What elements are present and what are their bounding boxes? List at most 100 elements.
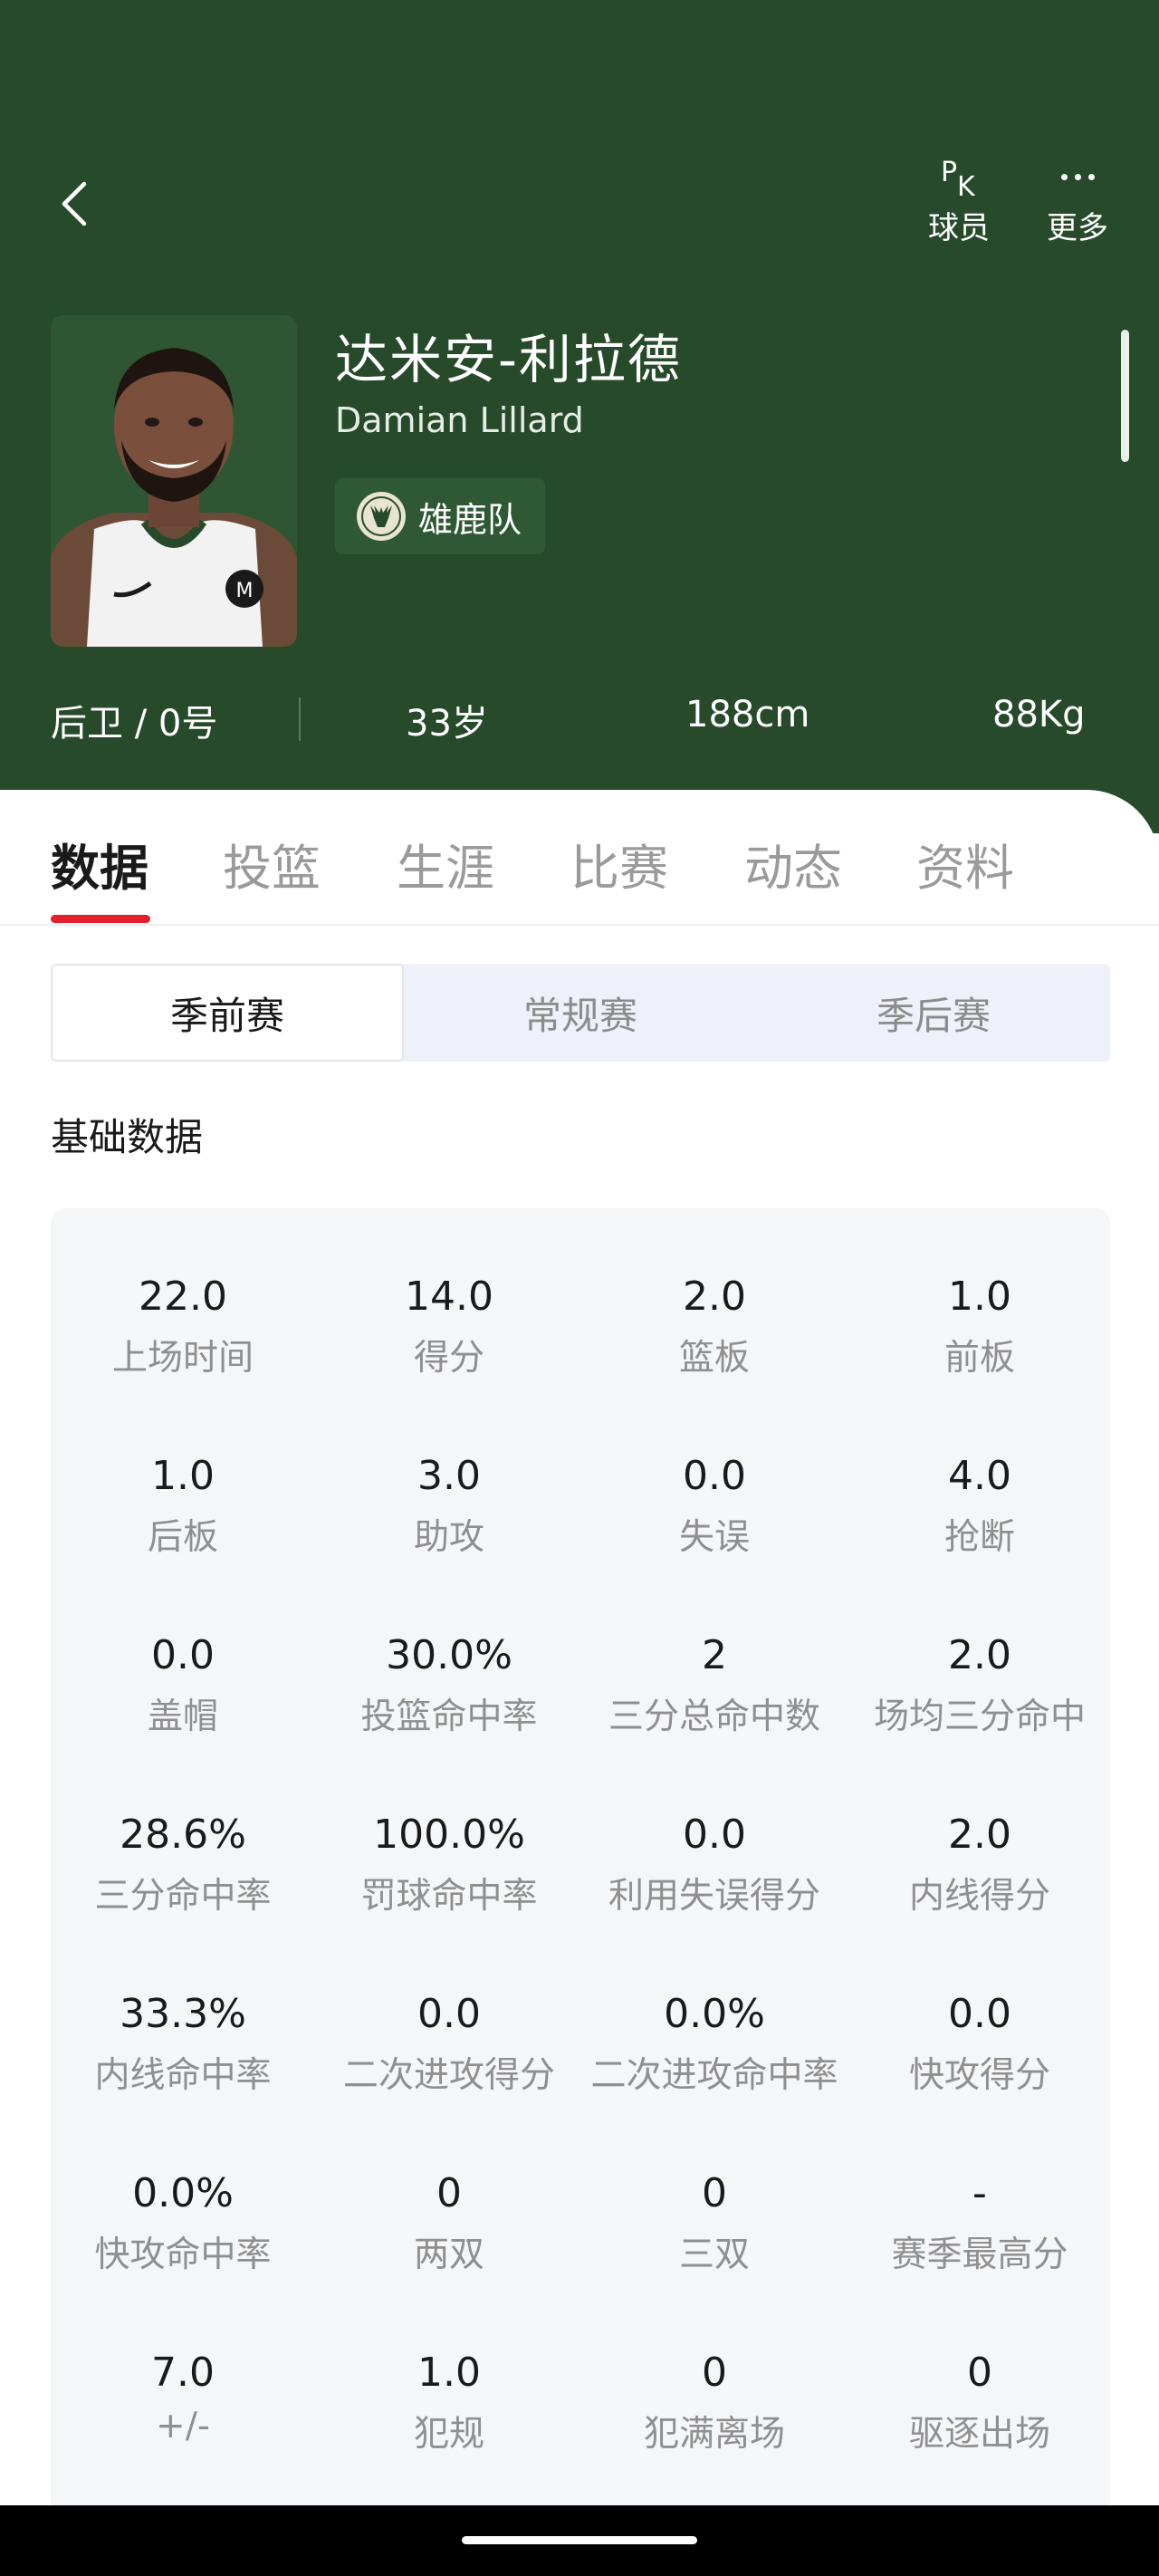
stat-cell: 0.0% 二次进攻命中率 — [583, 1989, 846, 2098]
stat-value: 30.0% — [386, 1632, 512, 1678]
tab-news[interactable]: 动态 — [744, 828, 842, 899]
stat-value: 14.0 — [405, 1274, 493, 1320]
stat-label: 三分总命中数 — [608, 1697, 820, 1737]
player-weight: 88Kg — [992, 694, 1086, 735]
stat-value: 0.0% — [132, 2170, 234, 2216]
player-height: 188cm — [685, 694, 810, 735]
stat-cell: 100.0% 罚球命中率 — [318, 1810, 580, 1918]
stat-value: 1.0 — [948, 1274, 1011, 1320]
section-title: 基础数据 — [51, 1115, 204, 1159]
tab-stats[interactable]: 数据 — [51, 828, 148, 899]
stat-cell: 22.0 上场时间 — [52, 1272, 314, 1380]
stat-cell: 33.3% 内线命中率 — [52, 1989, 314, 2098]
segment-regular-season[interactable]: 常规赛 — [404, 964, 757, 1062]
stat-label: 得分 — [413, 1338, 484, 1379]
stat-cell: 30.0% 投篮命中率 — [318, 1630, 580, 1739]
stat-label: +/- — [156, 2406, 210, 2446]
stat-label: 后板 — [147, 1517, 218, 1558]
stat-label: 犯满离场 — [643, 2414, 785, 2455]
stat-value: 2.0 — [683, 1274, 746, 1320]
stat-label: 赛季最高分 — [891, 2235, 1068, 2275]
player-age: 33岁 — [406, 703, 488, 745]
stat-cell: 1.0 后板 — [52, 1451, 314, 1560]
stat-cell: 28.6% 三分命中率 — [52, 1810, 314, 1918]
pk-icon: PK — [941, 157, 975, 203]
player-header: PK 球员 更多 M 达米安-利拉德 Damian Lillard 雄鹿队 后卫… — [0, 0, 1159, 833]
tab-shooting[interactable]: 投篮 — [223, 828, 321, 899]
stat-label: 快攻得分 — [908, 2055, 1050, 2096]
stat-cell: 0.0 失误 — [583, 1451, 846, 1560]
stat-value: 33.3% — [120, 1991, 246, 2037]
stat-cell: 0 两双 — [318, 2168, 580, 2277]
stat-label: 投篮命中率 — [360, 1697, 538, 1737]
stat-value: 0 — [702, 2170, 727, 2216]
stat-value: 0.0 — [683, 1812, 746, 1858]
active-tab-indicator — [51, 915, 150, 923]
stat-label: 犯规 — [413, 2414, 484, 2455]
stat-value: 1.0 — [151, 1453, 215, 1499]
stat-value: 0 — [702, 2350, 727, 2396]
stat-label: 内线命中率 — [94, 2055, 272, 2096]
pk-button-label: 球员 — [928, 210, 990, 246]
stat-value: 3.0 — [417, 1453, 481, 1499]
scrollbar[interactable] — [1121, 330, 1129, 462]
player-position: 后卫 / 0号 — [51, 703, 218, 745]
content-sheet: 数据 投篮 生涯 比赛 动态 资料 季前赛 常规赛 季后赛 基础数据 22.0 上… — [0, 790, 1159, 2567]
team-chip[interactable]: 雄鹿队 — [335, 478, 546, 554]
stat-cell: 2 三分总命中数 — [583, 1630, 846, 1739]
stat-label: 三分命中率 — [94, 1876, 272, 1917]
stat-value: 0.0 — [151, 1632, 215, 1678]
more-button[interactable]: 更多 — [1028, 154, 1127, 247]
stat-value: 2 — [702, 1632, 727, 1678]
stat-value: 2.0 — [948, 1812, 1011, 1858]
stat-value: 4.0 — [948, 1453, 1011, 1499]
stat-cell: - 赛季最高分 — [848, 2168, 1111, 2277]
stat-cell: 0.0 快攻得分 — [848, 1989, 1111, 2098]
season-type-switch: 季前赛 常规赛 季后赛 — [51, 964, 1110, 1062]
stat-cell: 1.0 犯规 — [318, 2348, 580, 2456]
stat-value: 0 — [436, 2170, 462, 2216]
stat-value: - — [972, 2170, 987, 2216]
pk-button[interactable]: PK 球员 — [909, 154, 1009, 247]
home-indicator[interactable] — [462, 2536, 697, 2544]
stat-cell: 4.0 抢断 — [848, 1451, 1111, 1560]
player-name-en: Damian Lillard — [335, 400, 584, 440]
player-info-row: 后卫 / 0号 33岁 188cm 88Kg — [0, 681, 1159, 754]
tab-games[interactable]: 比赛 — [570, 828, 668, 899]
stat-cell: 3.0 助攻 — [318, 1451, 580, 1560]
segment-playoffs[interactable]: 季后赛 — [757, 964, 1110, 1062]
segment-preseason[interactable]: 季前赛 — [51, 964, 404, 1062]
stats-grid: 22.0 上场时间 14.0 得分 2.0 篮板 1.0 前板 1.0 后板 3.0 助攻 0.0 失误 4… — [51, 1208, 1110, 2567]
stat-label: 失误 — [678, 1517, 750, 1558]
stat-value: 22.0 — [139, 1274, 227, 1320]
more-dots-icon — [1060, 173, 1095, 180]
stat-label: 两双 — [413, 2235, 484, 2275]
stat-label: 抢断 — [943, 1517, 1015, 1558]
svg-text:M: M — [236, 580, 254, 602]
stat-value: 0 — [967, 2350, 992, 2396]
player-name-cn: 达米安-利拉德 — [335, 329, 682, 390]
stat-cell: 2.0 篮板 — [583, 1272, 846, 1380]
stat-label: 上场时间 — [111, 1338, 254, 1379]
stat-value: 1.0 — [417, 2350, 481, 2396]
tab-career[interactable]: 生涯 — [397, 828, 494, 899]
stat-cell: 0.0 利用失误得分 — [583, 1810, 846, 1918]
back-button[interactable] — [47, 172, 101, 235]
stat-value: 28.6% — [120, 1812, 246, 1858]
stat-cell: 7.0 +/- — [52, 2348, 314, 2446]
stat-label: 助攻 — [413, 1517, 484, 1558]
stat-cell: 2.0 场均三分命中 — [848, 1630, 1111, 1739]
stat-label: 利用失误得分 — [608, 1876, 820, 1917]
stat-label: 驱逐出场 — [908, 2414, 1050, 2455]
stat-label: 二次进攻得分 — [342, 2055, 555, 2096]
stat-label: 二次进攻命中率 — [590, 2055, 838, 2096]
stat-cell: 14.0 得分 — [318, 1272, 580, 1380]
stat-value: 7.0 — [151, 2350, 215, 2396]
tab-profile[interactable]: 资料 — [916, 828, 1014, 899]
team-name: 雄鹿队 — [418, 499, 522, 540]
stat-label: 场均三分命中 — [873, 1697, 1086, 1737]
stat-value: 0.0% — [664, 1991, 765, 2037]
stat-value: 2.0 — [948, 1632, 1011, 1678]
stat-cell: 0.0% 快攻命中率 — [52, 2168, 314, 2277]
stat-cell: 0 驱逐出场 — [848, 2348, 1111, 2456]
